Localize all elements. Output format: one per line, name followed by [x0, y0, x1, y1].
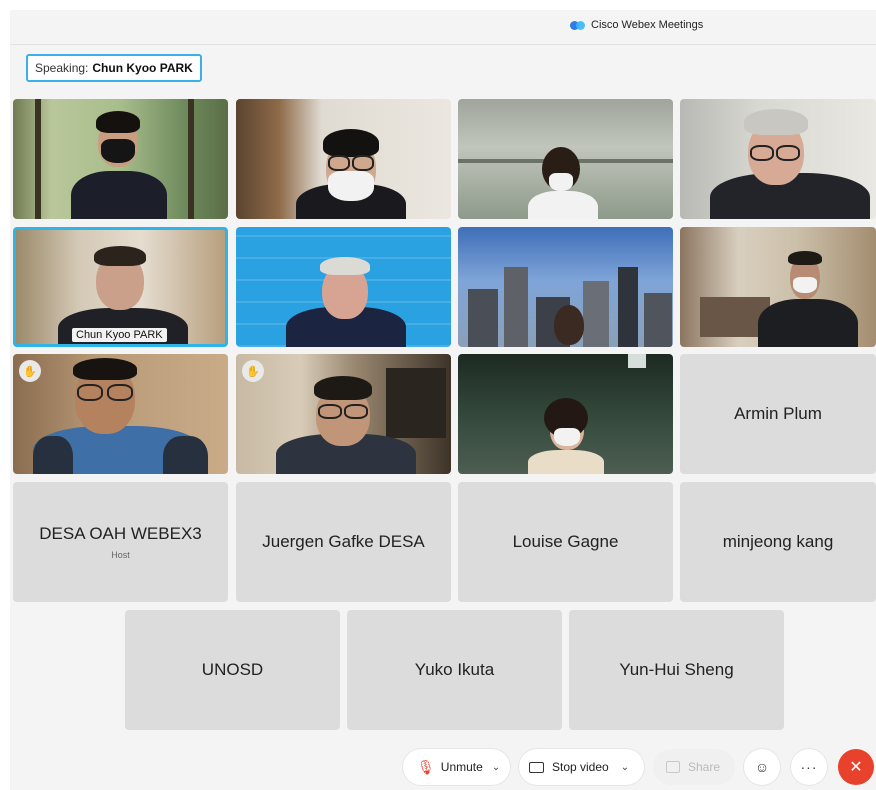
chevron-down-icon[interactable]: ⌄: [492, 762, 500, 773]
participant-name: minjeong kang: [722, 532, 834, 551]
webex-logo-icon: [570, 20, 585, 31]
smiley-icon: ☺: [754, 759, 770, 775]
video-tile[interactable]: [458, 354, 673, 474]
stop-video-button[interactable]: Stop video ⌄: [519, 749, 644, 785]
app-title-text: Cisco Webex Meetings: [591, 19, 704, 31]
share-icon: [666, 761, 680, 773]
participant-tile[interactable]: Yun-Hui Sheng: [569, 610, 784, 730]
video-tile[interactable]: [458, 227, 673, 347]
video-tile[interactable]: [13, 99, 228, 219]
participant-name: Yuko Ikuta: [414, 660, 495, 679]
meeting-controls: 🎙 Unmute ⌄ Stop video ⌄ Share ☺ ··· ✕: [10, 738, 876, 790]
participant-name: Yun-Hui Sheng: [619, 660, 734, 679]
participant-tile[interactable]: Armin Plum: [680, 354, 876, 474]
active-speaker-indicator: Speaking: Chun Kyoo PARK: [26, 54, 202, 82]
participant-tile[interactable]: Yuko Ikuta: [347, 610, 562, 730]
participant-tile[interactable]: minjeong kang: [680, 482, 876, 602]
speaking-prefix: Speaking:: [35, 61, 89, 75]
participant-name: UNOSD: [201, 660, 264, 679]
participant-name: DESA OAH WEBEX3: [39, 524, 202, 543]
microphone-muted-icon: 🎙: [417, 758, 435, 775]
participant-tile[interactable]: Juergen Gafke DESA: [236, 482, 451, 602]
participant-name: Juergen Gafke DESA: [262, 532, 425, 551]
video-tile[interactable]: ✋: [13, 354, 228, 474]
leave-meeting-button[interactable]: ✕: [838, 749, 874, 785]
webex-window: Cisco Webex Meetings Speaking: Chun Kyoo…: [10, 10, 876, 790]
app-title: Cisco Webex Meetings: [570, 19, 703, 31]
share-button[interactable]: Share: [653, 749, 735, 785]
video-tile-active-speaker[interactable]: Chun Kyoo PARK: [13, 227, 228, 347]
stop-video-label: Stop video: [552, 760, 609, 774]
participant-name: Armin Plum: [734, 404, 822, 423]
raised-hand-icon: ✋: [242, 360, 264, 382]
speaking-name: Chun Kyoo PARK: [92, 61, 193, 75]
unmute-button[interactable]: 🎙 Unmute ⌄: [403, 749, 510, 785]
video-tile[interactable]: [236, 227, 451, 347]
video-tile[interactable]: [680, 99, 876, 219]
share-label: Share: [688, 760, 721, 774]
more-options-button[interactable]: ···: [791, 749, 827, 785]
video-camera-icon: [529, 761, 544, 773]
raised-hand-icon: ✋: [19, 360, 41, 382]
title-bar: Cisco Webex Meetings: [10, 10, 876, 45]
unmute-label: Unmute: [440, 760, 483, 774]
participant-tile[interactable]: DESA OAH WEBEX3 Host: [13, 482, 228, 602]
video-tile[interactable]: ✋: [236, 354, 451, 474]
reactions-button[interactable]: ☺: [744, 749, 780, 785]
video-tile[interactable]: [680, 227, 876, 347]
video-tile[interactable]: [236, 99, 451, 219]
participant-name-label: Chun Kyoo PARK: [72, 328, 167, 342]
participant-name: Louise Gagne: [512, 532, 619, 551]
close-icon: ✕: [849, 759, 863, 776]
participant-tile[interactable]: UNOSD: [125, 610, 340, 730]
participant-role: Host: [111, 550, 130, 560]
participant-tile[interactable]: Louise Gagne: [458, 482, 673, 602]
video-tile[interactable]: [458, 99, 673, 219]
ellipsis-icon: ···: [800, 759, 818, 775]
chevron-down-icon[interactable]: ⌄: [621, 762, 629, 773]
